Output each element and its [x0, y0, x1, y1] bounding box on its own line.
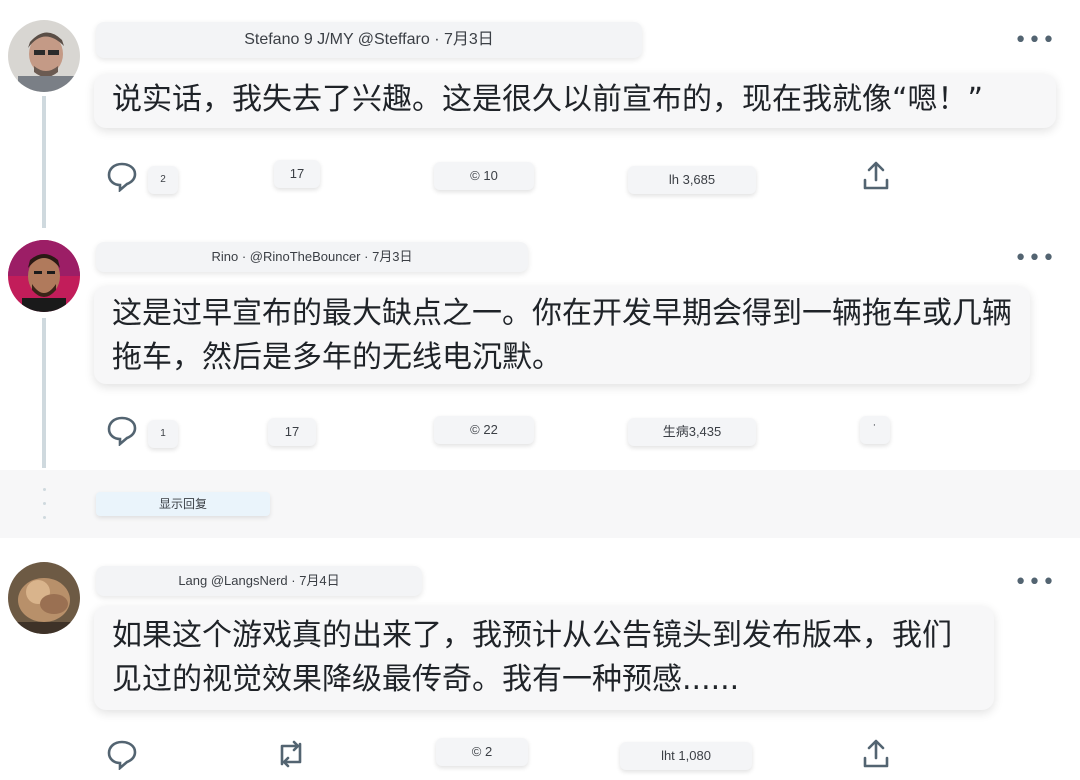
tweet-header[interactable]: Stefano 9 J/MY @Steffaro · 7月3日: [96, 22, 642, 58]
thread-dot: [43, 502, 46, 505]
view-count[interactable]: 生病3,435: [628, 418, 756, 446]
show-replies-button[interactable]: 显示回复: [96, 492, 270, 516]
more-options-icon[interactable]: •••: [1014, 248, 1056, 270]
tweet-text: 说实话，我失去了兴趣。这是很久以前宣布的，现在我就像“嗯！”: [94, 74, 1056, 128]
avatar[interactable]: [8, 562, 80, 634]
reply-icon[interactable]: [106, 414, 138, 450]
share-icon[interactable]: [860, 160, 892, 196]
tweet-actions: © 2 lht 1,080: [0, 736, 1080, 776]
view-count[interactable]: lh 3,685: [628, 166, 756, 194]
reply-icon[interactable]: [106, 160, 138, 196]
tweet-text: 这是过早宣布的最大缺点之一。你在开发早期会得到一辆拖车或几辆拖车，然后是多年的无…: [94, 286, 1030, 384]
reply-icon[interactable]: [106, 738, 138, 774]
like-count[interactable]: © 2: [436, 738, 528, 766]
retweet-count[interactable]: 17: [274, 160, 320, 188]
like-count[interactable]: © 22: [434, 416, 534, 444]
retweet-count[interactable]: 17: [268, 418, 316, 446]
tweet-header[interactable]: Rino · @RinoTheBouncer · 7月3日: [96, 242, 528, 272]
more-options-icon[interactable]: •••: [1014, 572, 1056, 594]
avatar[interactable]: [8, 240, 80, 312]
share-icon[interactable]: [860, 738, 892, 774]
thread-dot: [43, 516, 46, 519]
view-count[interactable]: lht 1,080: [620, 742, 752, 770]
thread-dot: [43, 488, 46, 491]
reply-count: 1: [148, 420, 178, 448]
tweet-header[interactable]: Lang @LangsNerd · 7月4日: [96, 566, 422, 596]
tweet-text: 如果这个游戏真的出来了，我预计从公告镜头到发布版本，我们见过的视觉效果降级最传奇…: [94, 606, 994, 710]
avatar[interactable]: [8, 20, 80, 92]
tweet-actions: 1 17 © 22 生病3,435 ˙: [0, 412, 1080, 452]
more-options-icon[interactable]: •••: [1014, 30, 1056, 52]
like-count[interactable]: © 10: [434, 162, 534, 190]
share-button[interactable]: ˙: [860, 416, 890, 444]
reply-count: 2: [148, 166, 178, 194]
retweet-icon[interactable]: [274, 738, 308, 774]
tweet-actions: 2 17 © 10 lh 3,685: [0, 158, 1080, 198]
